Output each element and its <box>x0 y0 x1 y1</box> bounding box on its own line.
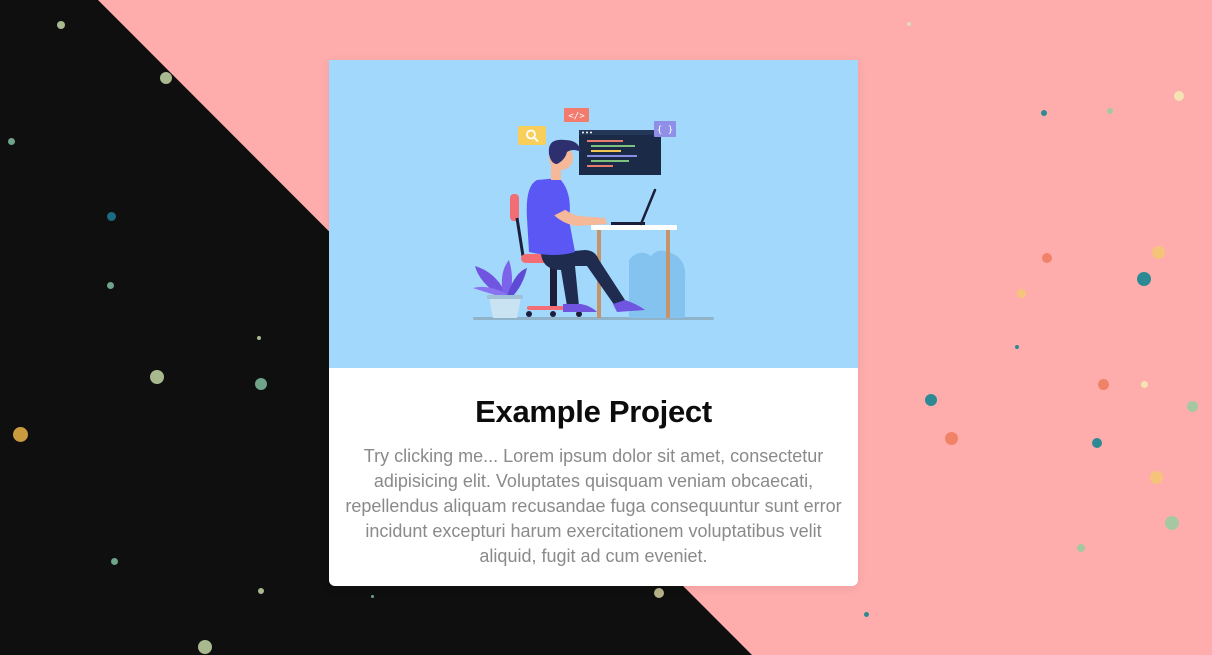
particle <box>107 212 116 221</box>
braces-text: { } <box>657 126 673 136</box>
card-description: Try clicking me... Lorem ipsum dolor sit… <box>345 446 842 566</box>
particle <box>150 370 164 384</box>
laptop-icon <box>611 188 657 226</box>
code-window <box>579 130 661 175</box>
particle <box>160 72 172 84</box>
particle <box>107 282 114 289</box>
particle <box>111 558 118 565</box>
braces-badge: { } <box>654 121 676 137</box>
particle <box>371 595 374 598</box>
code-tag-badge: </> <box>564 108 589 122</box>
particle <box>198 640 212 654</box>
particle <box>257 336 261 340</box>
particle <box>258 588 264 594</box>
card-title: Example Project <box>475 394 712 429</box>
project-illustration: </> { } <box>329 60 858 368</box>
code-tag-text: </> <box>568 112 585 122</box>
particle <box>13 427 28 442</box>
search-icon <box>518 126 546 145</box>
plant-icon <box>473 260 527 318</box>
particle <box>8 138 15 145</box>
project-card[interactable]: </> { } Example Project Try clicking me.… <box>329 60 858 586</box>
particle <box>57 21 65 29</box>
particle <box>255 378 267 390</box>
particle <box>654 588 664 598</box>
card-body: Example Project Try clicking me... Lorem… <box>329 394 858 569</box>
